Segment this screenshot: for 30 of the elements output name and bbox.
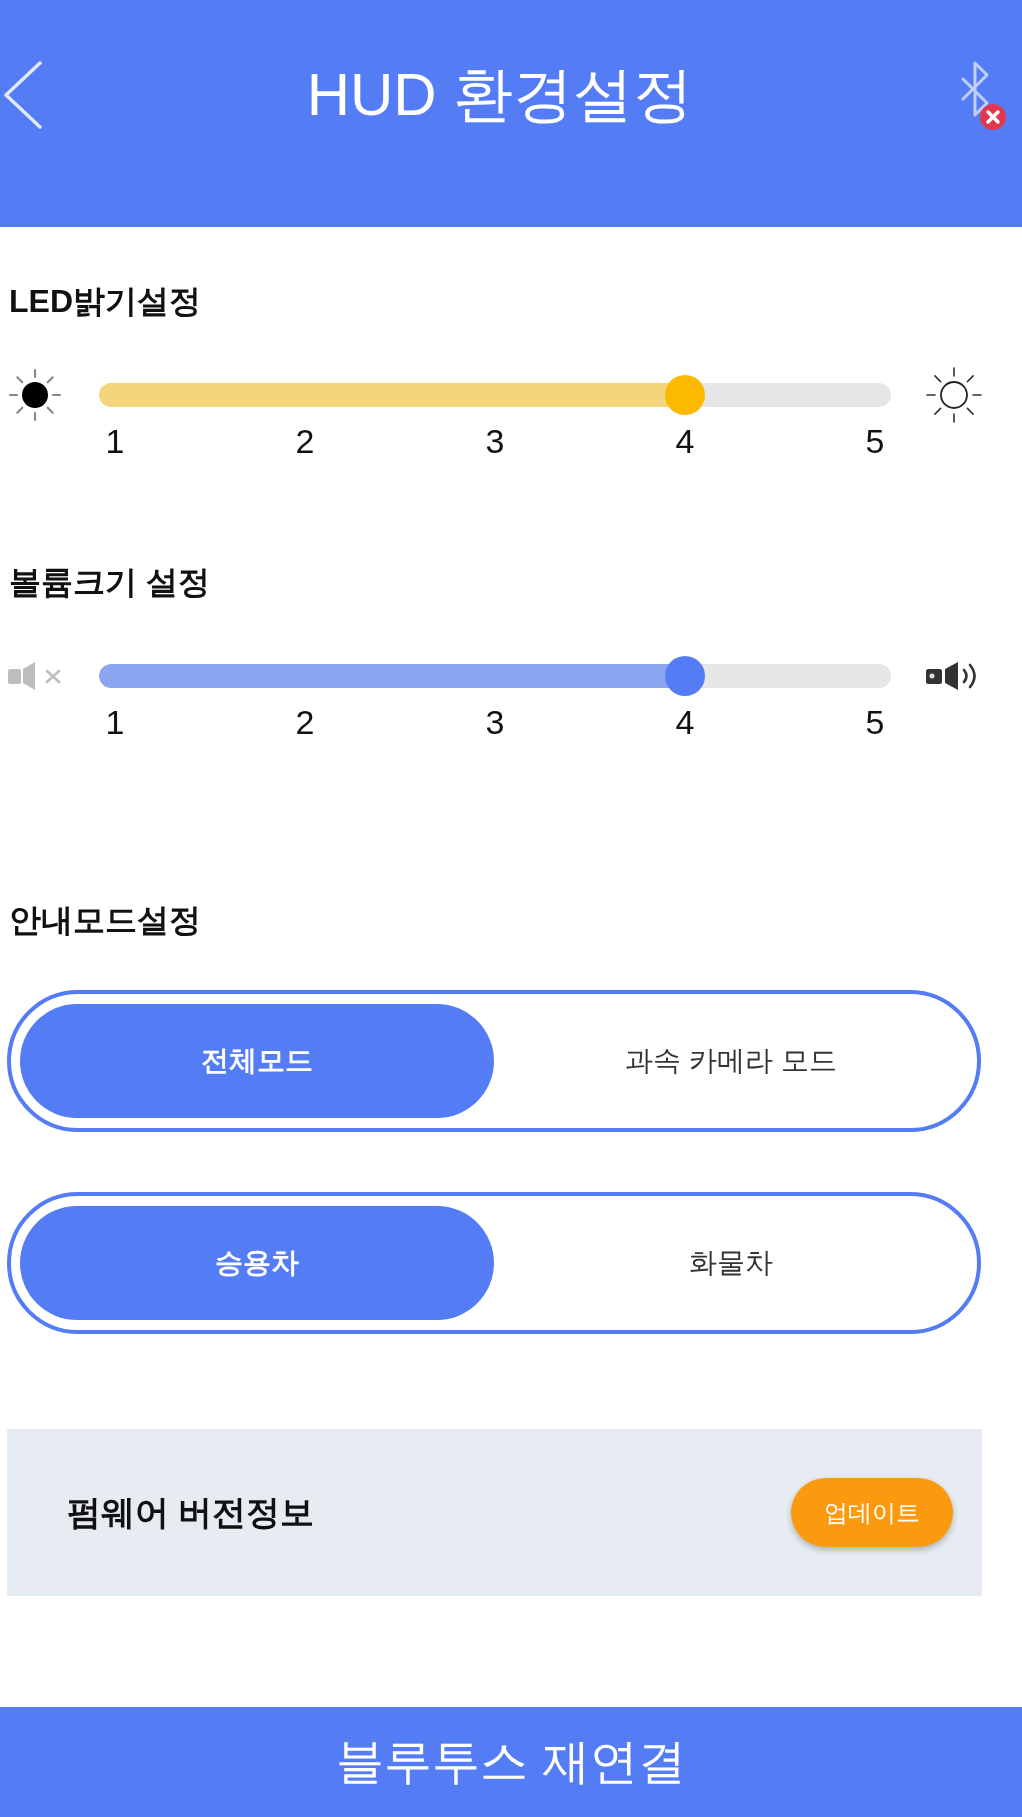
tick-label: 1 xyxy=(105,423,125,459)
outline-sun-icon xyxy=(925,366,983,424)
tick-label: 4 xyxy=(675,423,695,459)
toggle-option[interactable]: 전체모드 xyxy=(20,1004,494,1118)
slider-track[interactable] xyxy=(99,375,891,415)
tick-label: 2 xyxy=(295,423,315,459)
muted-speaker-icon xyxy=(7,660,63,692)
toggle-option[interactable]: 승용차 xyxy=(20,1206,494,1320)
tick-label: 4 xyxy=(675,704,695,740)
tick-label: 3 xyxy=(485,704,505,740)
slider-track[interactable] xyxy=(99,656,891,696)
firmware-label: 펌웨어 버전정보 xyxy=(67,1491,315,1533)
tick-label: 3 xyxy=(485,423,505,459)
tick-label: 5 xyxy=(865,423,885,459)
slider-thumb[interactable] xyxy=(665,375,705,415)
section-title: 볼륨크기 설정 xyxy=(9,564,210,600)
filled-sun-icon xyxy=(7,367,63,423)
tick-label: 1 xyxy=(105,704,125,740)
tick-label: 5 xyxy=(865,704,885,740)
page-title: HUD 환경설정 xyxy=(305,60,695,130)
toggle-option[interactable]: 화물차 xyxy=(494,1206,968,1320)
back-icon[interactable] xyxy=(3,61,43,129)
section-title: LED밝기설정 xyxy=(9,283,201,319)
section-title: 안내모드설정 xyxy=(9,902,201,938)
toggle-option[interactable]: 과속 카메라 모드 xyxy=(494,1004,968,1118)
update-button[interactable]: 업데이트 xyxy=(791,1478,953,1547)
error-badge-icon xyxy=(980,104,1006,130)
slider-thumb[interactable] xyxy=(665,656,705,696)
reconnect-button[interactable]: 블루투스 재연결 xyxy=(0,1707,1022,1817)
tick-label: 2 xyxy=(295,704,315,740)
